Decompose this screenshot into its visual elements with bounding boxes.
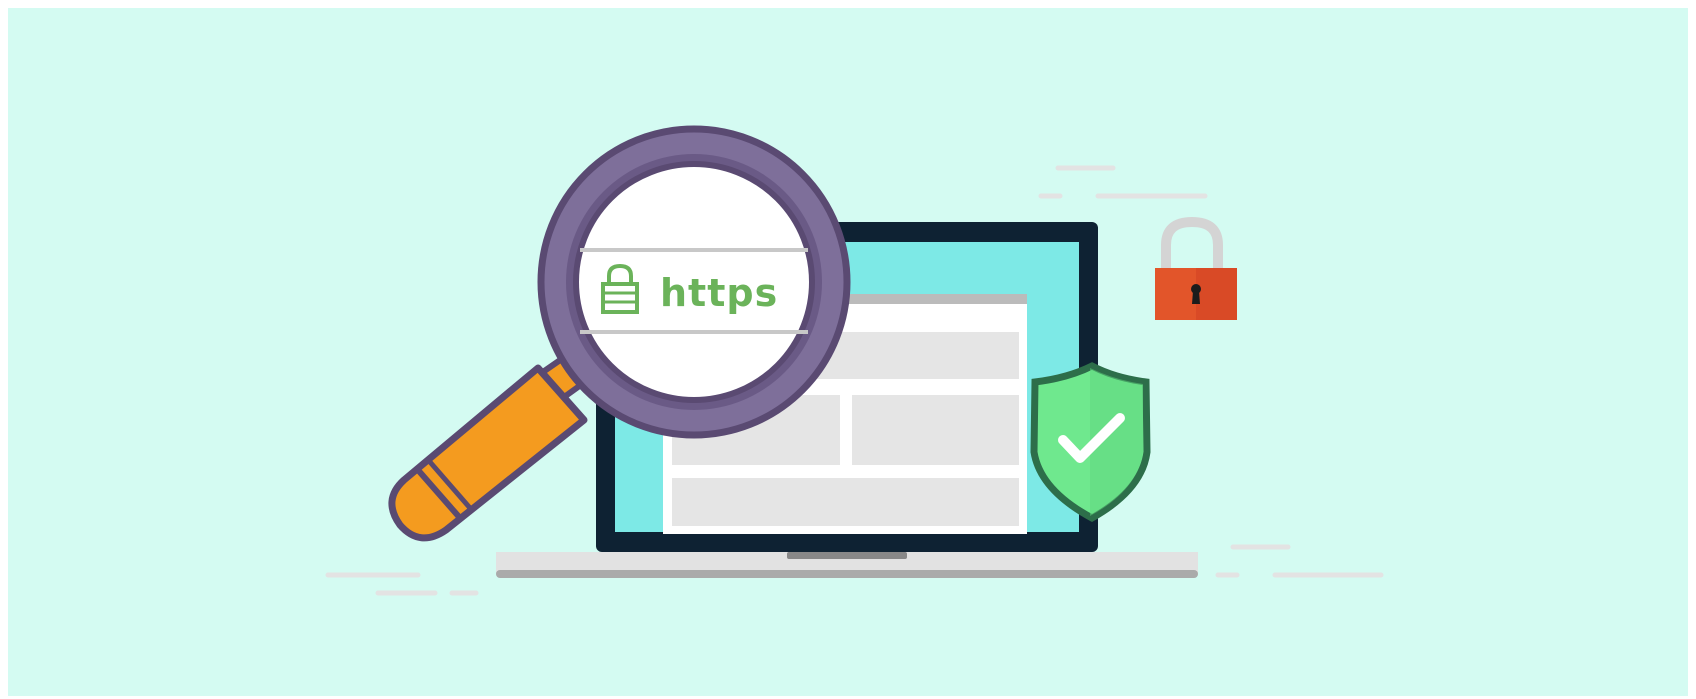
- padlock-icon: [1155, 216, 1237, 320]
- illustration-frame: https: [8, 8, 1688, 696]
- https-security-illustration: https: [325, 125, 1384, 596]
- https-text: https: [660, 271, 778, 315]
- laptop-notch: [787, 552, 907, 559]
